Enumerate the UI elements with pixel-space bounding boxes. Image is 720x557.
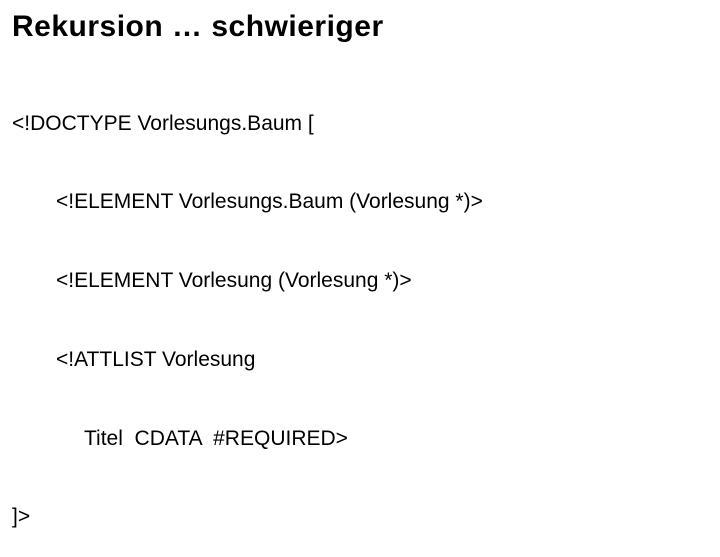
slide-title: Rekursion … schwieriger <box>12 10 708 44</box>
dtd-line-attlist: <!ATTLIST Vorlesung <box>12 347 708 373</box>
dtd-line-element-root: <!ELEMENT Vorlesungs.Baum (Vorlesung *)> <box>12 189 708 215</box>
dtd-line-att-titel: Titel CDATA #REQUIRED> <box>12 426 708 452</box>
dtd-line-element-child: <!ELEMENT Vorlesung (Vorlesung *)> <box>12 268 708 294</box>
dtd-block: <!DOCTYPE Vorlesungs.Baum [ <!ELEMENT Vo… <box>12 58 708 557</box>
dtd-line-doctype: <!DOCTYPE Vorlesungs.Baum [ <box>12 111 708 137</box>
dtd-line-close: ]> <box>12 504 708 530</box>
